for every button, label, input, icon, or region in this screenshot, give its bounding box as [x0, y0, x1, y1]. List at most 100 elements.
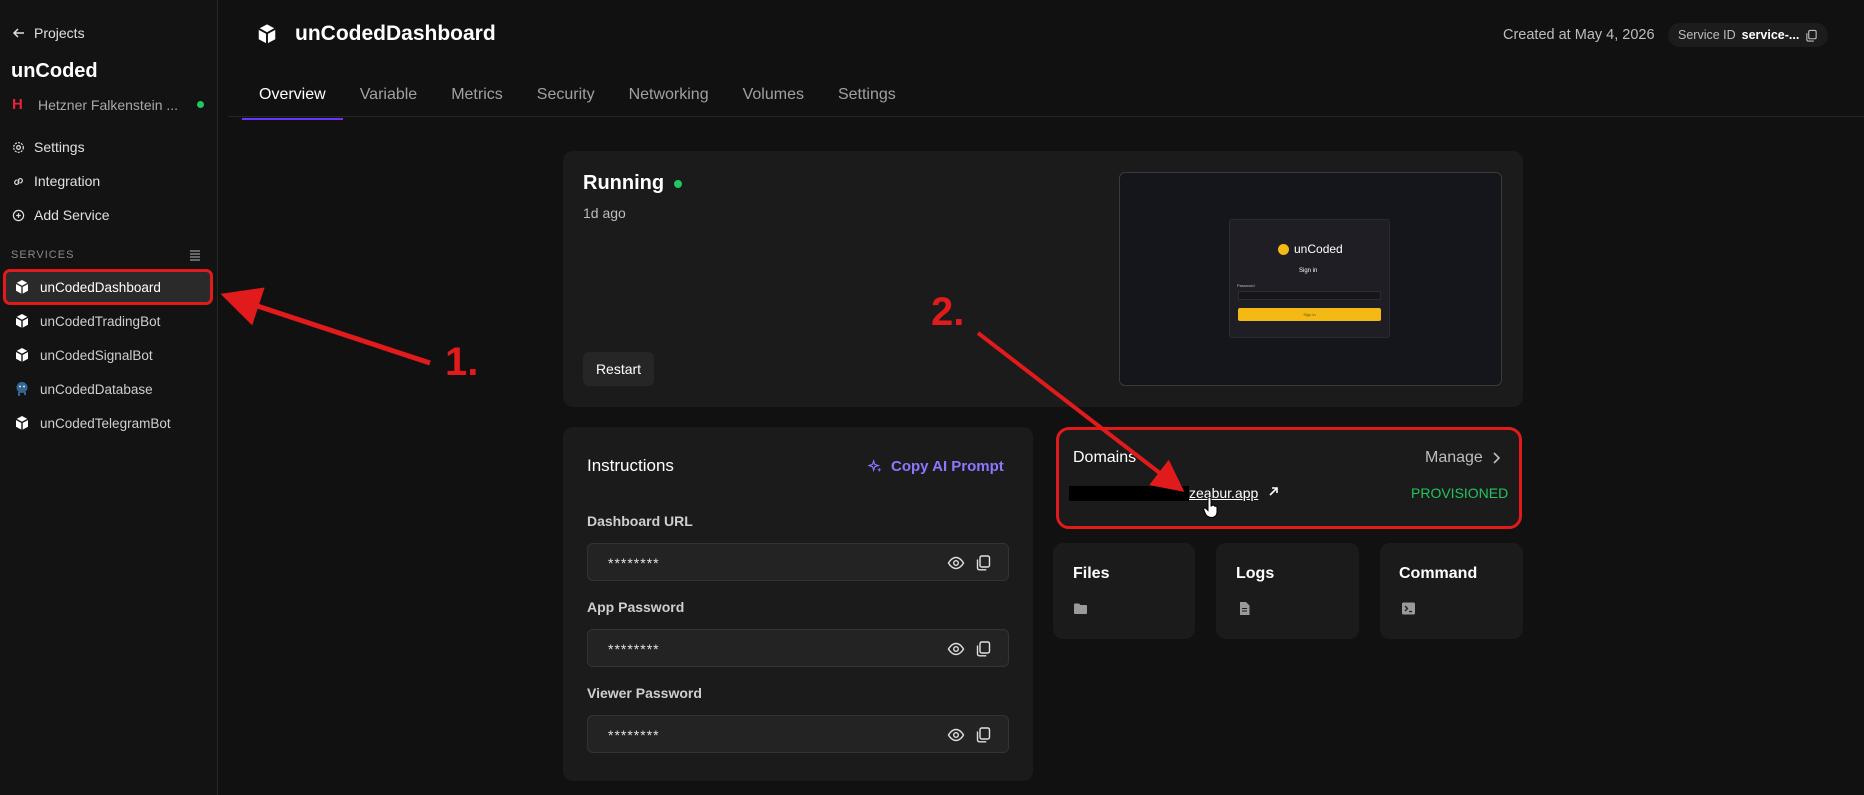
list-menu-icon[interactable]: [189, 249, 201, 261]
postgres-icon: [16, 382, 28, 396]
logs-tile[interactable]: [1216, 543, 1359, 639]
arrow-to-service: [220, 287, 431, 366]
cube-icon: [15, 280, 29, 294]
tab-metrics[interactable]: Metrics: [434, 82, 520, 120]
services-heading: SERVICES: [11, 249, 75, 261]
domains-card: [1056, 427, 1522, 529]
cube-icon: [258, 24, 276, 44]
service-item-uncodedtelegrambot[interactable]: unCodedTelegramBot: [6, 408, 210, 438]
project-name: unCoded: [11, 60, 98, 82]
sidebar: Projects unCoded H Hetzner Falkenstein .…: [0, 0, 218, 795]
cube-icon: [15, 314, 29, 328]
cube-icon: [15, 416, 29, 430]
preview-brand-name: unCoded: [1294, 242, 1343, 256]
tab-divider: [228, 116, 1864, 117]
tab-overview[interactable]: Overview: [242, 82, 343, 120]
preview-sign-in-button: Sign in: [1238, 308, 1381, 321]
terminal-icon: [1402, 602, 1415, 615]
sidebar-item-integration[interactable]: Integration: [12, 173, 100, 189]
tab-variable[interactable]: Variable: [343, 82, 435, 120]
created-date: Created at May 4, 2026: [1503, 27, 1655, 43]
instructions-title: Instructions: [587, 456, 674, 475]
service-name: unCodedTradingBot: [40, 313, 161, 329]
domain-status: PROVISIONED: [1411, 485, 1509, 501]
tab-volumes[interactable]: Volumes: [726, 82, 821, 120]
field-value: ********: [608, 727, 660, 743]
file-icon: [1240, 602, 1250, 615]
page-title: unCodedDashboard: [295, 22, 496, 45]
plus-circle-icon: [12, 209, 25, 221]
domains-title: Domains: [1073, 449, 1137, 466]
copy-icon[interactable]: [975, 726, 992, 743]
app-password-field[interactable]: ********: [587, 629, 1009, 667]
manage-domains-link[interactable]: Manage: [1425, 449, 1501, 467]
back-label: Projects: [34, 25, 85, 41]
eye-icon[interactable]: [947, 554, 965, 572]
sidebar-item-label: Add Service: [34, 207, 110, 223]
back-to-projects-link[interactable]: Projects: [12, 25, 85, 41]
service-item-uncodeddatabase[interactable]: unCodedDatabase: [6, 374, 210, 404]
gear-icon: [13, 141, 24, 153]
service-name: unCodedSignalBot: [40, 347, 153, 363]
field-value: ********: [608, 555, 660, 571]
cube-icon: [15, 348, 29, 362]
manage-label: Manage: [1425, 449, 1483, 466]
app-password-label: App Password: [587, 599, 685, 615]
preview-password-input: [1238, 291, 1381, 300]
copy-icon[interactable]: [1805, 29, 1818, 42]
service-name: unCodedDashboard: [40, 279, 161, 295]
redacted-subdomain: [1069, 486, 1189, 501]
sparkle-icon: [868, 459, 882, 473]
annotation-step-2: 2.: [931, 290, 965, 334]
tab-bar: Overview Variable Metrics Security Netwo…: [242, 82, 913, 120]
service-item-uncodedsignalbot[interactable]: unCodedSignalBot: [6, 340, 210, 370]
domain-link[interactable]: zeabur.app: [1189, 485, 1258, 501]
preview-brand: unCoded: [1278, 242, 1343, 256]
service-name: unCodedDatabase: [40, 381, 153, 397]
sidebar-item-label: Integration: [34, 173, 101, 189]
eye-icon[interactable]: [947, 726, 965, 744]
sidebar-item-add-service[interactable]: Add Service: [12, 207, 109, 223]
chevron-right-icon: [1493, 452, 1500, 464]
preview-password-label: Password: [1237, 283, 1255, 288]
service-item-uncodedtradingbot[interactable]: unCodedTradingBot: [6, 306, 210, 336]
sidebar-item-label: Settings: [34, 139, 85, 155]
service-id-label: Service ID: [1678, 28, 1736, 42]
region-label: Hetzner Falkenstein ...: [38, 96, 179, 113]
service-id-value: service-...: [1741, 28, 1800, 42]
region-status-dot: [197, 101, 204, 108]
status-time: 1d ago: [583, 205, 626, 221]
service-id-badge[interactable]: Service ID service-...: [1668, 23, 1829, 47]
sidebar-item-settings[interactable]: Settings: [12, 139, 85, 155]
files-title: Files: [1073, 565, 1110, 582]
tab-networking[interactable]: Networking: [612, 82, 726, 120]
status-label: Running: [583, 172, 665, 194]
annotation-step-1: 1.: [445, 340, 479, 384]
region-selector[interactable]: H Hetzner Falkenstein ...: [12, 96, 204, 113]
service-name: unCodedTelegramBot: [40, 415, 171, 431]
field-value: ********: [608, 641, 660, 657]
logs-title: Logs: [1236, 565, 1275, 582]
status-dot: [674, 179, 683, 188]
copy-ai-prompt-label: Copy AI Prompt: [891, 458, 1004, 475]
files-tile[interactable]: [1053, 543, 1195, 639]
dashboard-url-field[interactable]: ********: [587, 543, 1009, 581]
copy-icon[interactable]: [975, 554, 992, 571]
viewer-password-field[interactable]: ********: [587, 715, 1009, 753]
command-tile[interactable]: [1380, 543, 1523, 639]
copy-ai-prompt-button[interactable]: Copy AI Prompt: [868, 458, 1004, 475]
copy-icon[interactable]: [975, 640, 992, 657]
eye-icon[interactable]: [947, 640, 965, 658]
dashboard-url-label: Dashboard URL: [587, 513, 693, 529]
service-item-uncodeddashboard[interactable]: unCodedDashboard: [3, 269, 213, 305]
preview-sign-in-title: Sign in: [1299, 268, 1318, 274]
tab-security[interactable]: Security: [520, 82, 612, 120]
tab-settings[interactable]: Settings: [821, 82, 913, 120]
service-status: Running: [583, 172, 683, 195]
viewer-password-label: Viewer Password: [587, 685, 702, 701]
command-title: Command: [1399, 565, 1478, 582]
arrow-left-icon: [12, 28, 24, 38]
external-link-icon[interactable]: [1267, 485, 1280, 498]
restart-button[interactable]: Restart: [583, 352, 654, 386]
folder-icon: [1074, 603, 1087, 614]
